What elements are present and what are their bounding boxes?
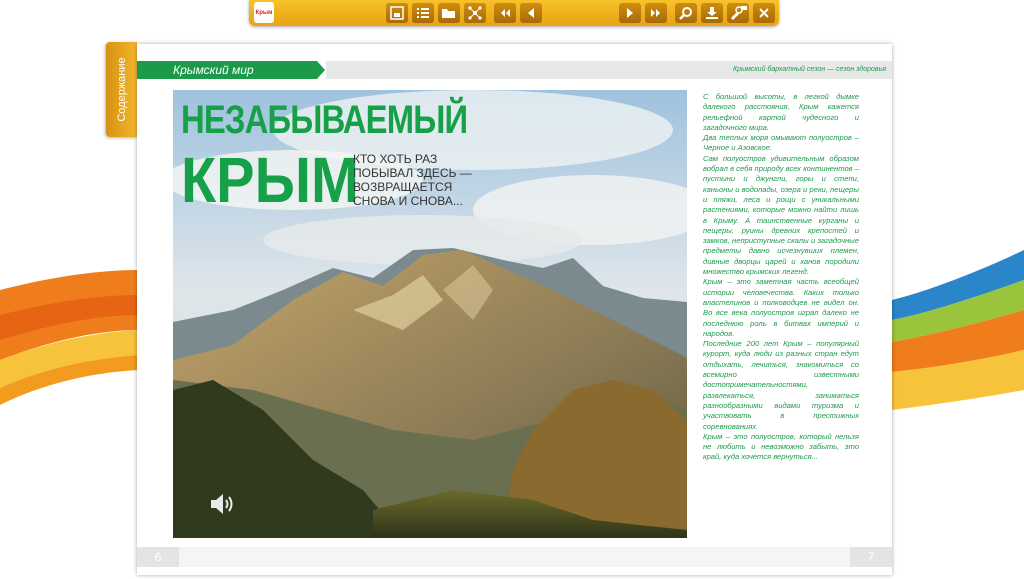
- chevron-left-icon: [528, 8, 534, 18]
- logo-text: Крым: [255, 9, 273, 16]
- top-toolbar: Крым 7-8/65: [249, 0, 850, 26]
- page-view-button[interactable]: [386, 3, 408, 23]
- magazine-page: Крымский мир Крымский бархатный сезон — …: [137, 44, 892, 575]
- share-icon: [468, 6, 482, 20]
- section-header-label: Крымский мир: [173, 63, 254, 77]
- contents-list-button[interactable]: [412, 3, 434, 23]
- article-subtitle: КТО ХОТЬ РАЗ ПОБЫВАЛ ЗДЕСЬ — ВОЗВРАЩАЕТС…: [353, 152, 472, 208]
- folder-icon: [442, 9, 455, 18]
- open-folder-button[interactable]: [438, 3, 460, 23]
- decorative-ribbon-left: [0, 270, 140, 405]
- article-paragraph: Крым – это заметная часть всеобщей истор…: [703, 277, 859, 338]
- close-button[interactable]: [753, 3, 775, 23]
- page-number-right: 7: [850, 547, 892, 567]
- article-text: С большой высоты, в легкой дымке далеког…: [703, 92, 859, 463]
- page-footer: 6 7: [137, 547, 892, 567]
- article-paragraph: Последние 200 лет Крым – популярный куро…: [703, 339, 859, 431]
- pdf-icon: [731, 6, 747, 20]
- brand-logo[interactable]: Крым: [254, 2, 274, 23]
- article-title-line1: НЕЗАБЫВАЕМЫЙ: [181, 98, 468, 142]
- search-button[interactable]: [675, 3, 697, 23]
- download-icon: [706, 7, 718, 19]
- page-indicator: 7-8/65: [815, 6, 851, 20]
- close-icon: [759, 8, 769, 18]
- last-page-button[interactable]: [645, 3, 667, 23]
- search-icon: [679, 7, 692, 20]
- chevron-right-icon: [627, 8, 633, 18]
- previous-page-button[interactable]: [520, 3, 542, 23]
- speaker-icon[interactable]: [209, 492, 237, 516]
- page-number-left: 6: [137, 547, 179, 567]
- download-button[interactable]: [701, 3, 723, 23]
- article-paragraph: Крым – это полуостров, который нельзя не…: [703, 431, 859, 462]
- double-chevron-right-icon: [651, 9, 660, 17]
- double-chevron-left-icon: [501, 9, 510, 17]
- list-icon: [417, 8, 429, 18]
- first-page-button[interactable]: [494, 3, 516, 23]
- next-page-button[interactable]: [619, 3, 641, 23]
- contents-tab[interactable]: Содержание: [106, 42, 137, 137]
- pdf-button[interactable]: [727, 3, 749, 23]
- crimea-mountain-photo: НЕЗАБЫВАЕМЫЙ КРЫМ КТО ХОТЬ РАЗ ПОБЫВАЛ З…: [173, 90, 687, 538]
- article-paragraph: С большой высоты, в легкой дымке далеког…: [703, 92, 859, 132]
- page-view-icon: [390, 6, 404, 20]
- article-paragraph: Сам полуостров удивительным образом вобр…: [703, 153, 859, 277]
- running-header: Крымский бархатный сезон — сезон здоровь…: [326, 61, 892, 79]
- decorative-ribbon-right: [892, 250, 1024, 410]
- article-title-line2: КРЫМ: [181, 144, 359, 216]
- share-button[interactable]: [464, 3, 486, 23]
- contents-tab-label: Содержание: [115, 57, 128, 122]
- running-header-label: Крымский бархатный сезон — сезон здоровь…: [732, 66, 886, 73]
- article-paragraph: Два теплых моря омывают полуостров – Чер…: [703, 133, 859, 153]
- section-header: Крымский мир: [137, 61, 325, 79]
